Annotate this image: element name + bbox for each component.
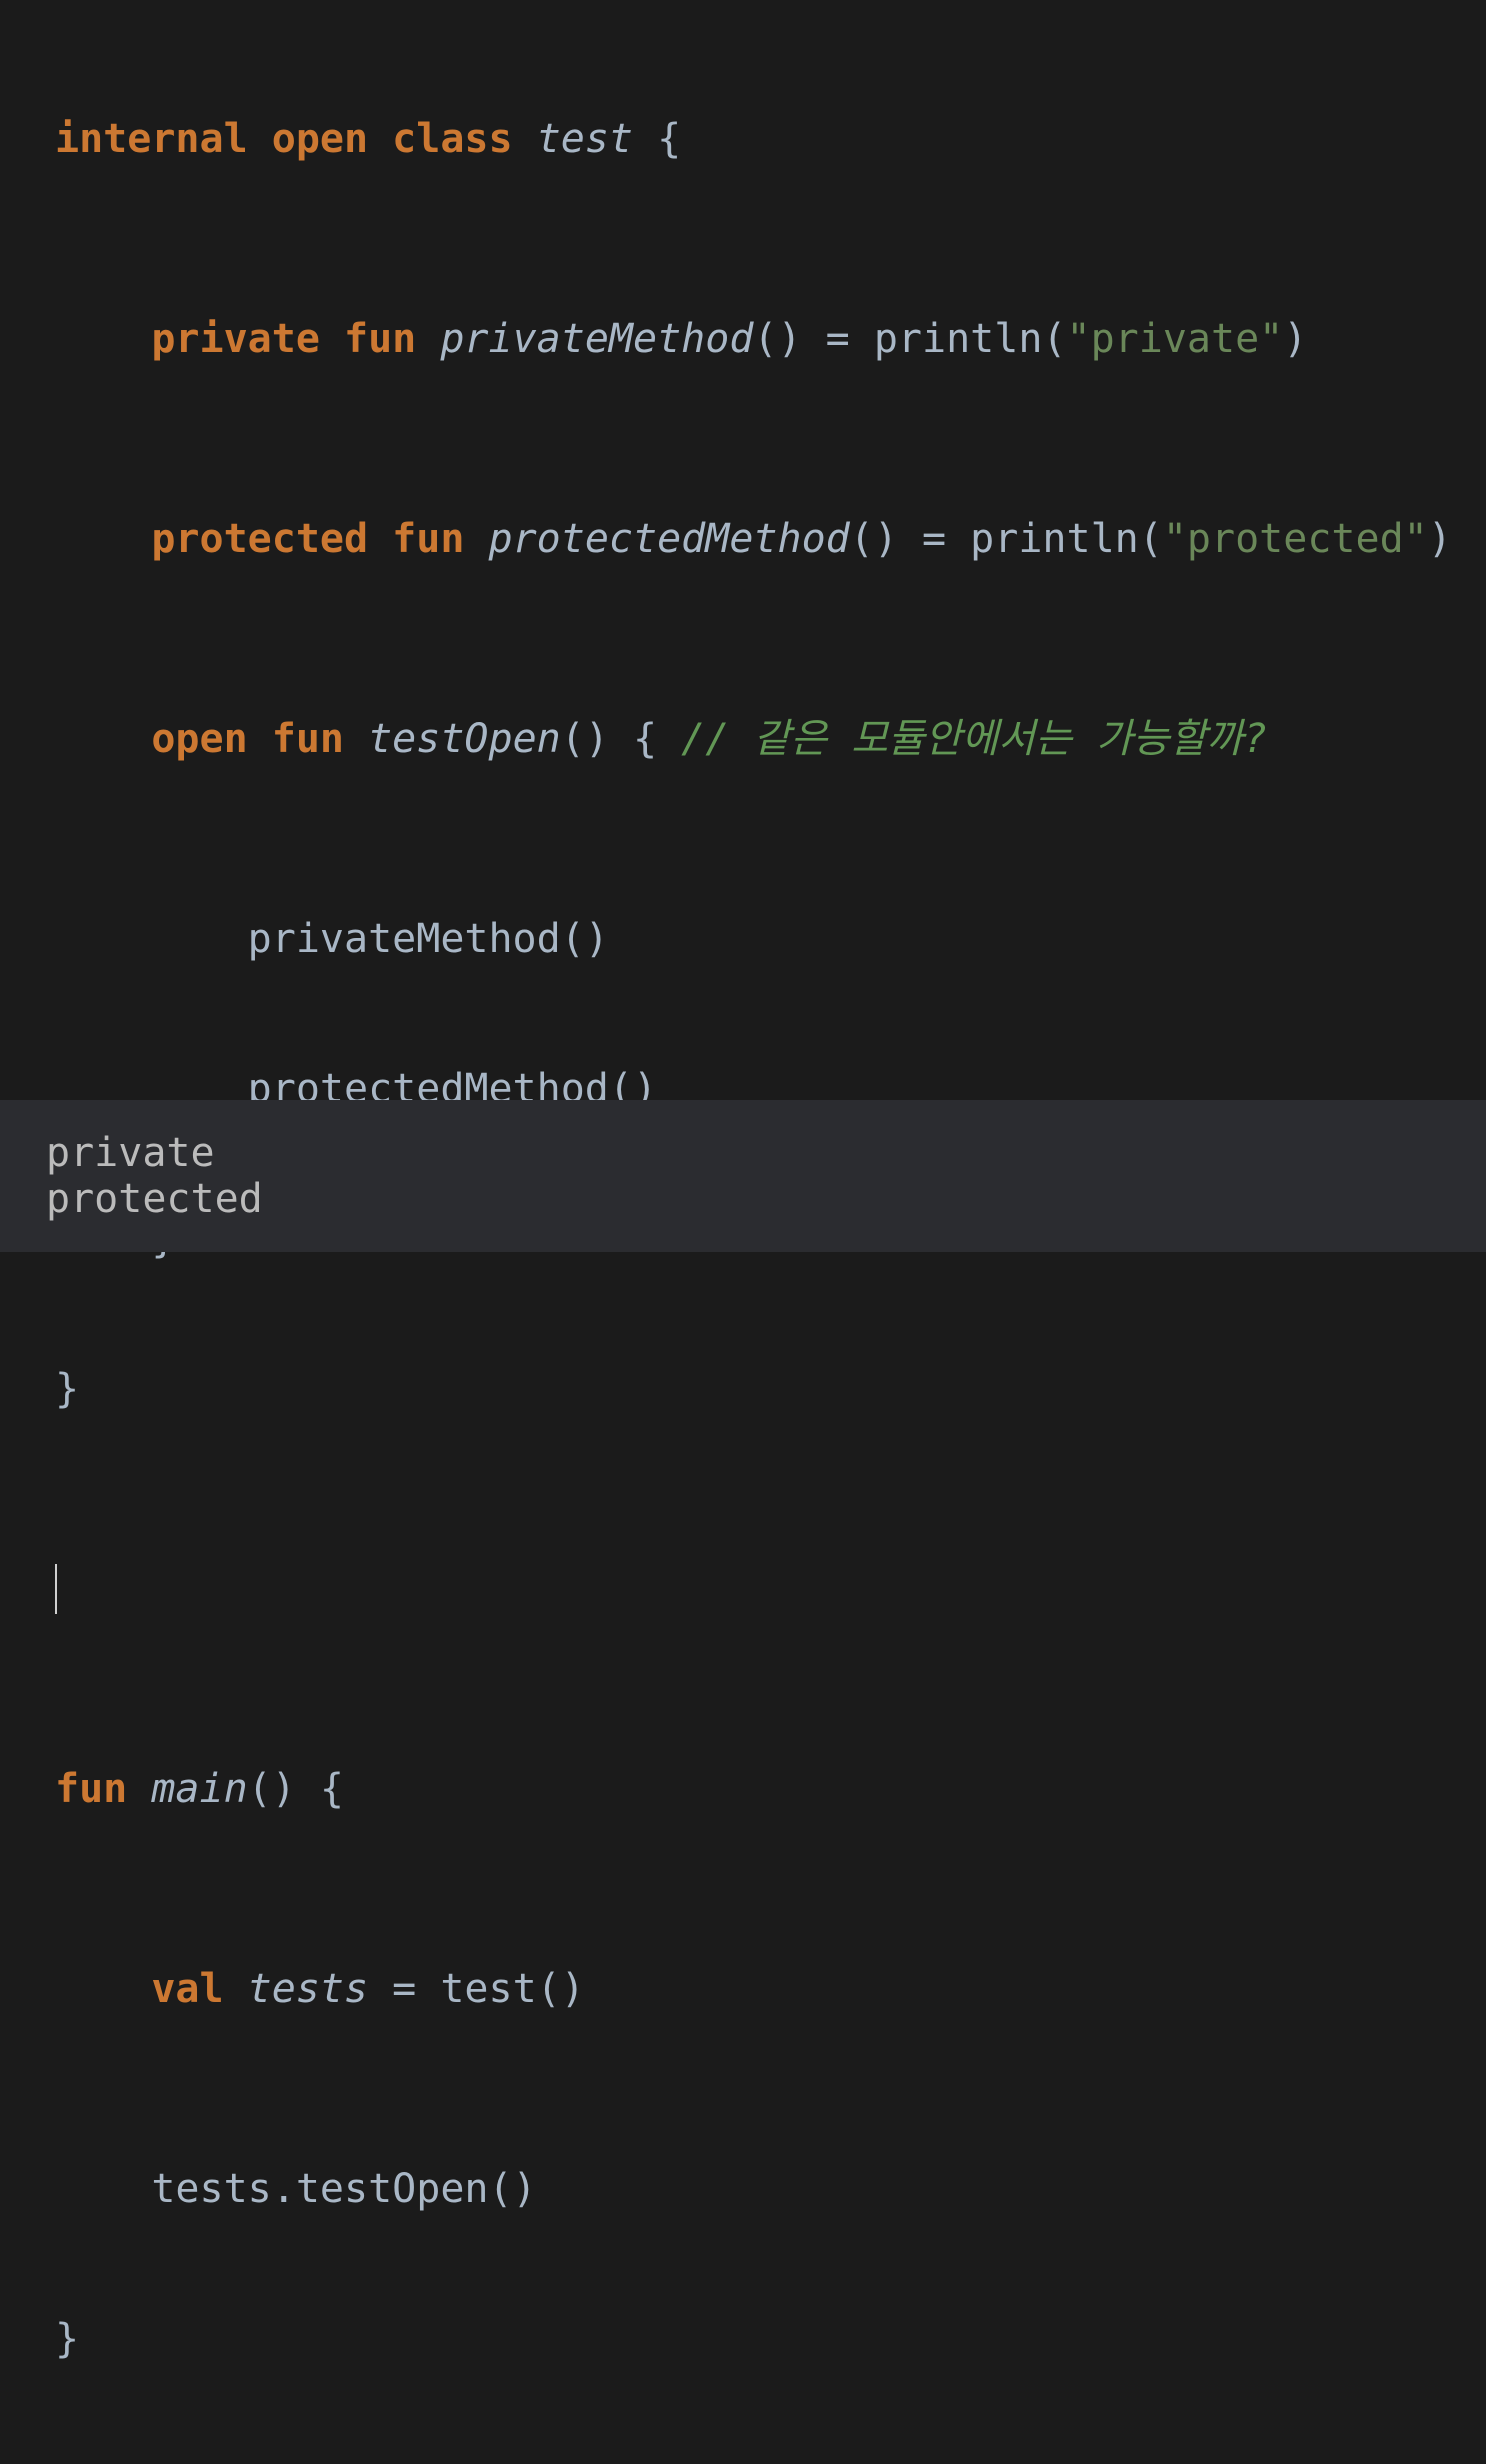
code-text: ) <box>1427 516 1452 562</box>
code-line-8[interactable]: } <box>55 1364 1452 1414</box>
keyword-open: open <box>151 716 248 762</box>
code-line-12[interactable]: tests.testOpen() <box>55 2164 1452 2214</box>
code-line-11[interactable]: val tests = test() <box>55 1964 1452 2014</box>
string-literal: "protected" <box>1162 516 1428 562</box>
function-name: protectedMethod <box>488 516 850 562</box>
keyword-internal: internal <box>55 116 248 162</box>
console-line: protected <box>46 1176 263 1222</box>
function-name: main <box>151 1766 248 1812</box>
code-comment: // 같은 모듈안에서는 가능할까? <box>681 716 1268 762</box>
code-line-4[interactable]: open fun testOpen() { // 같은 모듈안에서는 가능할까? <box>55 714 1452 764</box>
code-line-5[interactable]: privateMethod() <box>55 914 1452 964</box>
code-text: () = println( <box>753 316 1067 362</box>
keyword-open: open <box>271 116 369 162</box>
code-line-9[interactable] <box>55 1564 1452 1614</box>
keyword-fun: fun <box>392 516 465 562</box>
code-line-13[interactable]: } <box>55 2314 1452 2364</box>
code-text: () = println( <box>849 516 1163 562</box>
string-literal: "private" <box>1066 316 1284 362</box>
keyword-fun: fun <box>344 316 417 362</box>
code-text: () { <box>560 716 682 762</box>
console-output: private protected <box>46 1130 263 1222</box>
code-line-2[interactable]: private fun privateMethod() = println("p… <box>55 314 1452 364</box>
code-line-1[interactable]: internal open class test { <box>55 114 1452 164</box>
function-name: privateMethod <box>440 316 754 362</box>
code-text: { <box>633 116 682 162</box>
code-text: ) <box>1283 316 1308 362</box>
keyword-protected: protected <box>151 516 369 562</box>
variable-name: tests <box>247 1966 369 2012</box>
keyword-class: class <box>392 116 513 162</box>
console-line: private <box>46 1130 215 1176</box>
keyword-private: private <box>151 316 320 362</box>
code-editor[interactable]: internal open class test { private fun p… <box>0 0 1486 2362</box>
keyword-fun: fun <box>55 1766 128 1812</box>
console-output-panel[interactable]: private protected <box>0 1100 1486 1252</box>
text-caret <box>55 1564 57 1614</box>
class-name: test <box>536 116 634 162</box>
code-line-10[interactable]: fun main() { <box>55 1764 1452 1814</box>
keyword-fun: fun <box>271 716 344 762</box>
function-name: testOpen <box>368 716 561 762</box>
code-text: = test() <box>368 1966 585 2012</box>
code-text: () { <box>247 1766 344 1812</box>
keyword-val: val <box>151 1966 224 2012</box>
code-line-3[interactable]: protected fun protectedMethod() = printl… <box>55 514 1452 564</box>
